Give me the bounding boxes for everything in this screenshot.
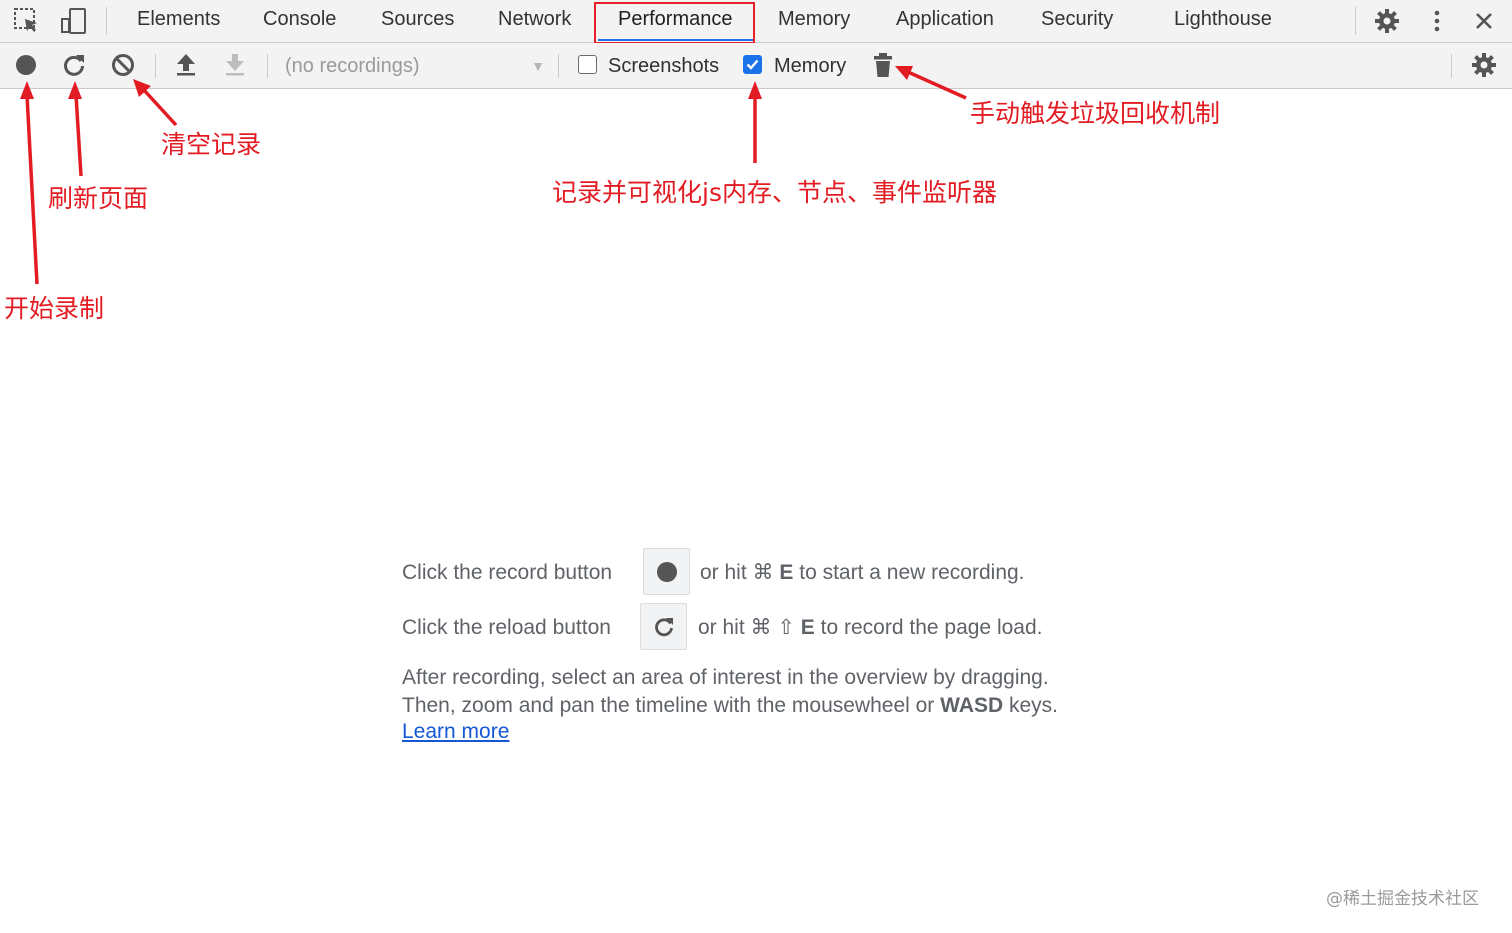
record-shortcut-suffix: to start a new recording. <box>799 561 1025 584</box>
checkmark-icon <box>746 59 759 70</box>
learn-more-link[interactable]: Learn more <box>402 720 509 743</box>
performance-tab-highlight <box>594 2 755 44</box>
after-recording-line-1: After recording, select an area of inter… <box>402 666 1049 689</box>
tab-sources[interactable]: Sources <box>381 0 454 42</box>
divider <box>1451 54 1452 78</box>
tab-console[interactable]: Console <box>263 0 336 42</box>
learn-more-wrapper: Learn more <box>402 718 509 746</box>
screenshots-label[interactable]: Screenshots <box>608 52 719 80</box>
gear-icon[interactable] <box>1469 50 1499 80</box>
wasd-keys: WASD <box>940 694 1004 717</box>
tab-elements[interactable]: Elements <box>137 0 220 42</box>
screenshots-checkbox[interactable] <box>578 55 597 74</box>
reload-icon <box>655 618 673 637</box>
annotation-start-recording: 开始录制 <box>4 294 105 323</box>
watermark: @稀土掘金技术社区 <box>1326 889 1479 909</box>
inspect-element-icon[interactable] <box>12 6 42 36</box>
tab-security[interactable]: Security <box>1041 0 1113 42</box>
save-profile-icon[interactable] <box>220 50 250 80</box>
record-shortcut-prefix: or hit ⌘ <box>700 561 774 584</box>
reload-shortcut-prefix: or hit ⌘ ⇧ <box>698 616 795 639</box>
devtools-window: Elements Console Sources Network Perform… <box>0 0 1512 933</box>
record-icon <box>657 562 677 582</box>
after-recording-line-2-end: keys. <box>1009 694 1059 717</box>
memory-checkbox[interactable] <box>743 55 762 74</box>
tab-lighthouse[interactable]: Lighthouse <box>1174 0 1272 42</box>
close-icon[interactable] <box>1469 6 1499 36</box>
annotation-clear-records: 清空记录 <box>161 130 262 159</box>
trash-icon[interactable] <box>868 50 898 80</box>
after-recording-line-2: Then, zoom and pan the timeline with the… <box>402 692 1058 720</box>
annotation-manual-gc: 手动触发垃圾回收机制 <box>970 99 1221 128</box>
divider <box>558 54 559 78</box>
record-icon[interactable] <box>11 50 41 80</box>
divider <box>155 54 156 78</box>
recordings-select[interactable]: (no recordings) ▼ <box>285 52 547 80</box>
reload-hint-suffix: or hit ⌘ ⇧ E to record the page load. <box>698 614 1042 642</box>
chevron-down-icon: ▼ <box>531 58 545 74</box>
reload-hint-prefix: Click the reload button <box>402 616 611 639</box>
reload-icon[interactable] <box>59 50 89 80</box>
record-hint-suffix: or hit ⌘ E to start a new recording. <box>700 559 1025 587</box>
reload-shortcut-key: E <box>800 616 815 639</box>
tab-network[interactable]: Network <box>498 0 571 42</box>
divider <box>1355 7 1356 35</box>
divider <box>267 54 268 78</box>
record-button[interactable] <box>643 548 690 595</box>
device-toolbar-icon[interactable] <box>58 6 88 36</box>
load-profile-icon[interactable] <box>171 50 201 80</box>
reload-button[interactable] <box>640 603 687 650</box>
memory-label[interactable]: Memory <box>774 52 846 80</box>
record-hint-prefix: Click the record button <box>402 561 613 584</box>
annotation-memory-visualize: 记录并可视化js内存、节点、事件监听器 <box>552 178 997 207</box>
tab-application[interactable]: Application <box>896 0 994 42</box>
tab-memory[interactable]: Memory <box>778 0 850 42</box>
gear-icon[interactable] <box>1372 6 1402 36</box>
more-vertical-icon[interactable] <box>1422 6 1452 36</box>
recordings-select-value: (no recordings) <box>285 55 420 77</box>
after-recording-line-2-text: Then, zoom and pan the timeline with the… <box>402 694 935 717</box>
annotation-refresh-page: 刷新页面 <box>48 184 149 213</box>
devtools-tab-bar: Elements Console Sources Network Perform… <box>0 0 1512 43</box>
reload-shortcut-suffix: to record the page load. <box>820 616 1043 639</box>
record-shortcut-key: E <box>779 561 794 584</box>
divider <box>106 7 107 35</box>
clear-icon[interactable] <box>108 50 138 80</box>
